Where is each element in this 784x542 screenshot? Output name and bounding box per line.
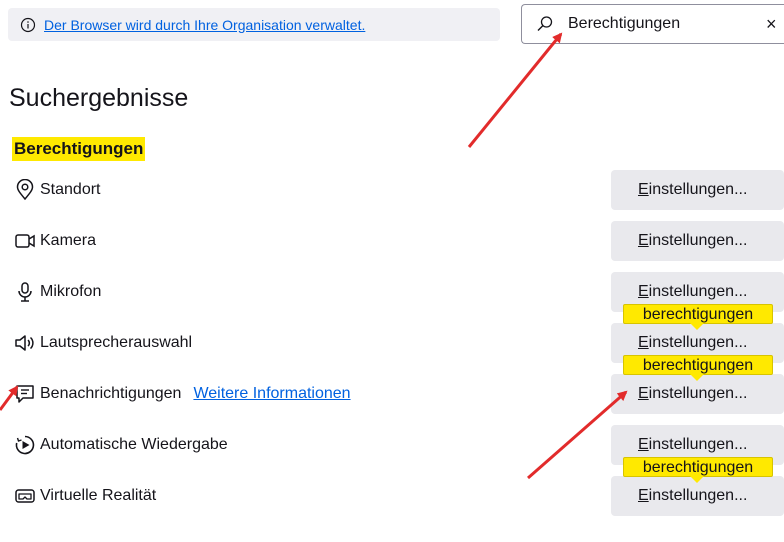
clear-search-button[interactable]: × [766,14,777,35]
search-box[interactable]: × [521,4,784,44]
location-icon [14,179,36,201]
vr-icon [14,485,36,507]
search-match-tooltip: berechtigungen [623,355,773,381]
annotation-arrow-search [467,32,563,148]
search-icon [536,15,554,33]
search-match-tooltip: berechtigungen [623,457,773,483]
permission-row-microphone: Mikrofon [14,278,101,306]
permission-row-camera: Kamera [14,227,96,255]
permission-label: Lautsprecherauswahl [40,334,193,351]
permission-row-vr: Virtuelle Realität [14,482,156,510]
permission-label: Virtuelle Realität [40,487,157,504]
permission-row-speaker: Lautsprecherauswahl [14,329,192,357]
permission-label: Benachrichtigungen [40,385,182,402]
page-title: Suchergebnisse [9,84,189,112]
managed-browser-link[interactable]: Der Browser wird durch Ihre Organisation… [44,17,365,33]
learn-more-link[interactable]: Weitere Informationen [193,385,350,403]
camera-settings-button[interactable]: Einstellungen... [611,221,784,261]
permission-label: Standort [40,181,101,198]
permission-label: Automatische Wiedergabe [40,436,228,453]
category-title: Berechtigungen [12,137,146,161]
notification-icon [14,383,36,405]
search-input[interactable] [568,15,748,33]
managed-browser-notice: Der Browser wird durch Ihre Organisation… [8,8,500,41]
microphone-icon [14,281,36,303]
speaker-icon [14,332,36,354]
camera-icon [14,230,36,252]
permission-row-notifications: Benachrichtigungen Weitere Informationen [14,380,351,408]
location-settings-button[interactable]: Einstellungen... [611,170,784,210]
search-match-tooltip: berechtigungen [623,304,773,330]
permission-label: Mikrofon [40,283,102,300]
autoplay-icon [14,434,36,456]
permission-label: Kamera [40,232,97,249]
info-icon [20,17,36,33]
permission-row-location: Standort [14,176,100,204]
permission-row-autoplay: Automatische Wiedergabe [14,431,228,459]
